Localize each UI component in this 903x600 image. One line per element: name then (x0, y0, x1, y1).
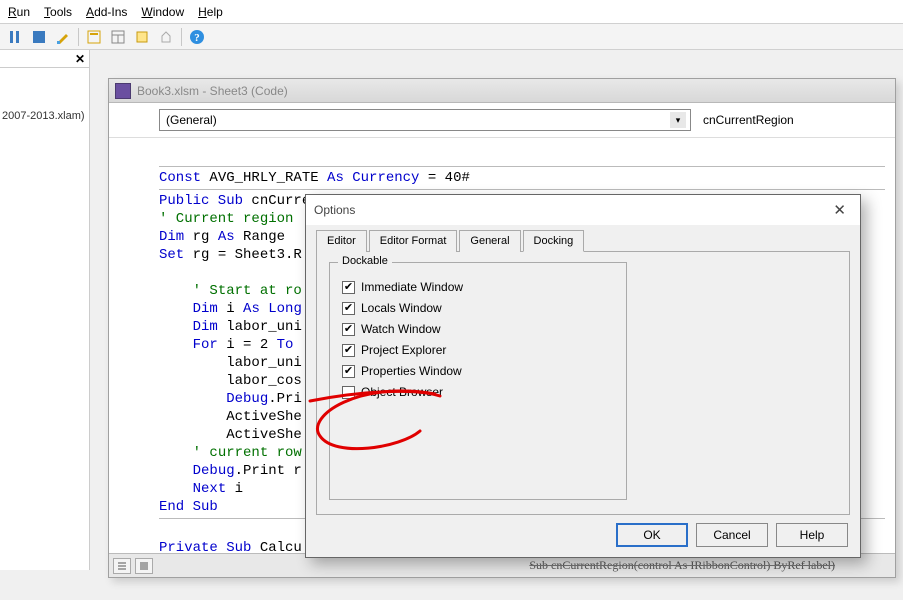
checkbox-icon[interactable]: ✔ (342, 281, 355, 294)
option-project-explorer[interactable]: ✔ Project Explorer (342, 343, 614, 357)
left-panel: ✕ 2007-2013.xlam) (0, 50, 90, 570)
help-button[interactable]: Help (776, 523, 848, 547)
procedure-view-icon[interactable] (113, 558, 131, 574)
procedure-dropdown-value: cnCurrentRegion (703, 113, 794, 127)
dialog-titlebar[interactable]: Options ✕ (306, 195, 860, 225)
option-watch-window[interactable]: ✔ Watch Window (342, 322, 614, 336)
menu-run[interactable]: Run (8, 5, 30, 19)
pause-icon[interactable] (4, 26, 26, 48)
option-immediate-window[interactable]: ✔ Immediate Window (342, 280, 614, 294)
dockable-fieldset: Dockable ✔ Immediate Window ✔ Locals Win… (329, 262, 627, 500)
close-icon[interactable]: ✕ (73, 52, 87, 66)
option-properties-window[interactable]: ✔ Properties Window (342, 364, 614, 378)
dialog-button-row: OK Cancel Help (616, 523, 848, 547)
chevron-down-icon: ▾ (670, 112, 686, 128)
toolbar-separator (181, 28, 182, 46)
full-module-view-icon[interactable] (135, 558, 153, 574)
tab-panel-docking: Dockable ✔ Immediate Window ✔ Locals Win… (316, 251, 850, 515)
checkbox-icon[interactable]: ✔ (342, 344, 355, 357)
checkbox-icon[interactable]: ✔ (342, 302, 355, 315)
code-window-titlebar[interactable]: Book3.xlsm - Sheet3 (Code) (109, 79, 895, 103)
cancel-button[interactable]: Cancel (696, 523, 768, 547)
procedure-dropdown[interactable]: cnCurrentRegion (697, 109, 857, 131)
project-explorer-icon[interactable] (83, 26, 105, 48)
checkbox-icon[interactable] (342, 386, 355, 399)
option-locals-window[interactable]: ✔ Locals Window (342, 301, 614, 315)
toolbar-separator (78, 28, 79, 46)
tab-editor[interactable]: Editor (316, 230, 367, 252)
dialog-tabs: Editor Editor Format General Docking (306, 225, 860, 251)
svg-text:?: ? (194, 32, 200, 44)
help-icon[interactable]: ? (186, 26, 208, 48)
file-label: 2007-2013.xlam) (2, 110, 85, 122)
menu-addins[interactable]: Add-Ins (86, 5, 127, 19)
code-window-title: Book3.xlsm - Sheet3 (Code) (137, 84, 288, 98)
option-label: Watch Window (361, 322, 441, 336)
toolbox-icon[interactable] (155, 26, 177, 48)
option-label: Project Explorer (361, 343, 446, 357)
option-label: Immediate Window (361, 280, 463, 294)
options-dialog: Options ✕ Editor Editor Format General D… (305, 194, 861, 558)
code-module-icon (115, 83, 131, 99)
object-dropdown[interactable]: (General) ▾ (159, 109, 691, 131)
object-browser-icon[interactable] (131, 26, 153, 48)
option-label: Object Browser (361, 385, 443, 399)
checkbox-icon[interactable]: ✔ (342, 365, 355, 378)
fieldset-legend: Dockable (338, 255, 392, 267)
checkbox-icon[interactable]: ✔ (342, 323, 355, 336)
toolbar: ? (0, 24, 903, 50)
tab-editor-format[interactable]: Editor Format (369, 230, 458, 252)
design-mode-icon[interactable] (52, 26, 74, 48)
option-label: Properties Window (361, 364, 462, 378)
menu-bar: Run Tools Add-Ins Window Help (0, 0, 903, 24)
option-object-browser[interactable]: Object Browser (342, 385, 614, 399)
menu-window[interactable]: Window (141, 5, 184, 19)
option-label: Locals Window (361, 301, 442, 315)
properties-icon[interactable] (107, 26, 129, 48)
ok-button[interactable]: OK (616, 523, 688, 547)
close-icon[interactable]: ✕ (827, 199, 852, 221)
menu-help[interactable]: Help (198, 5, 223, 19)
stop-icon[interactable] (28, 26, 50, 48)
dialog-title: Options (314, 203, 355, 217)
footer-code-snippet: Sub cnCurrentRegion(control As IRibbonCo… (529, 558, 835, 573)
menu-tools[interactable]: Tools (44, 5, 72, 19)
tab-general[interactable]: General (459, 230, 520, 252)
tab-docking[interactable]: Docking (523, 230, 585, 252)
object-dropdown-value: (General) (166, 113, 217, 127)
